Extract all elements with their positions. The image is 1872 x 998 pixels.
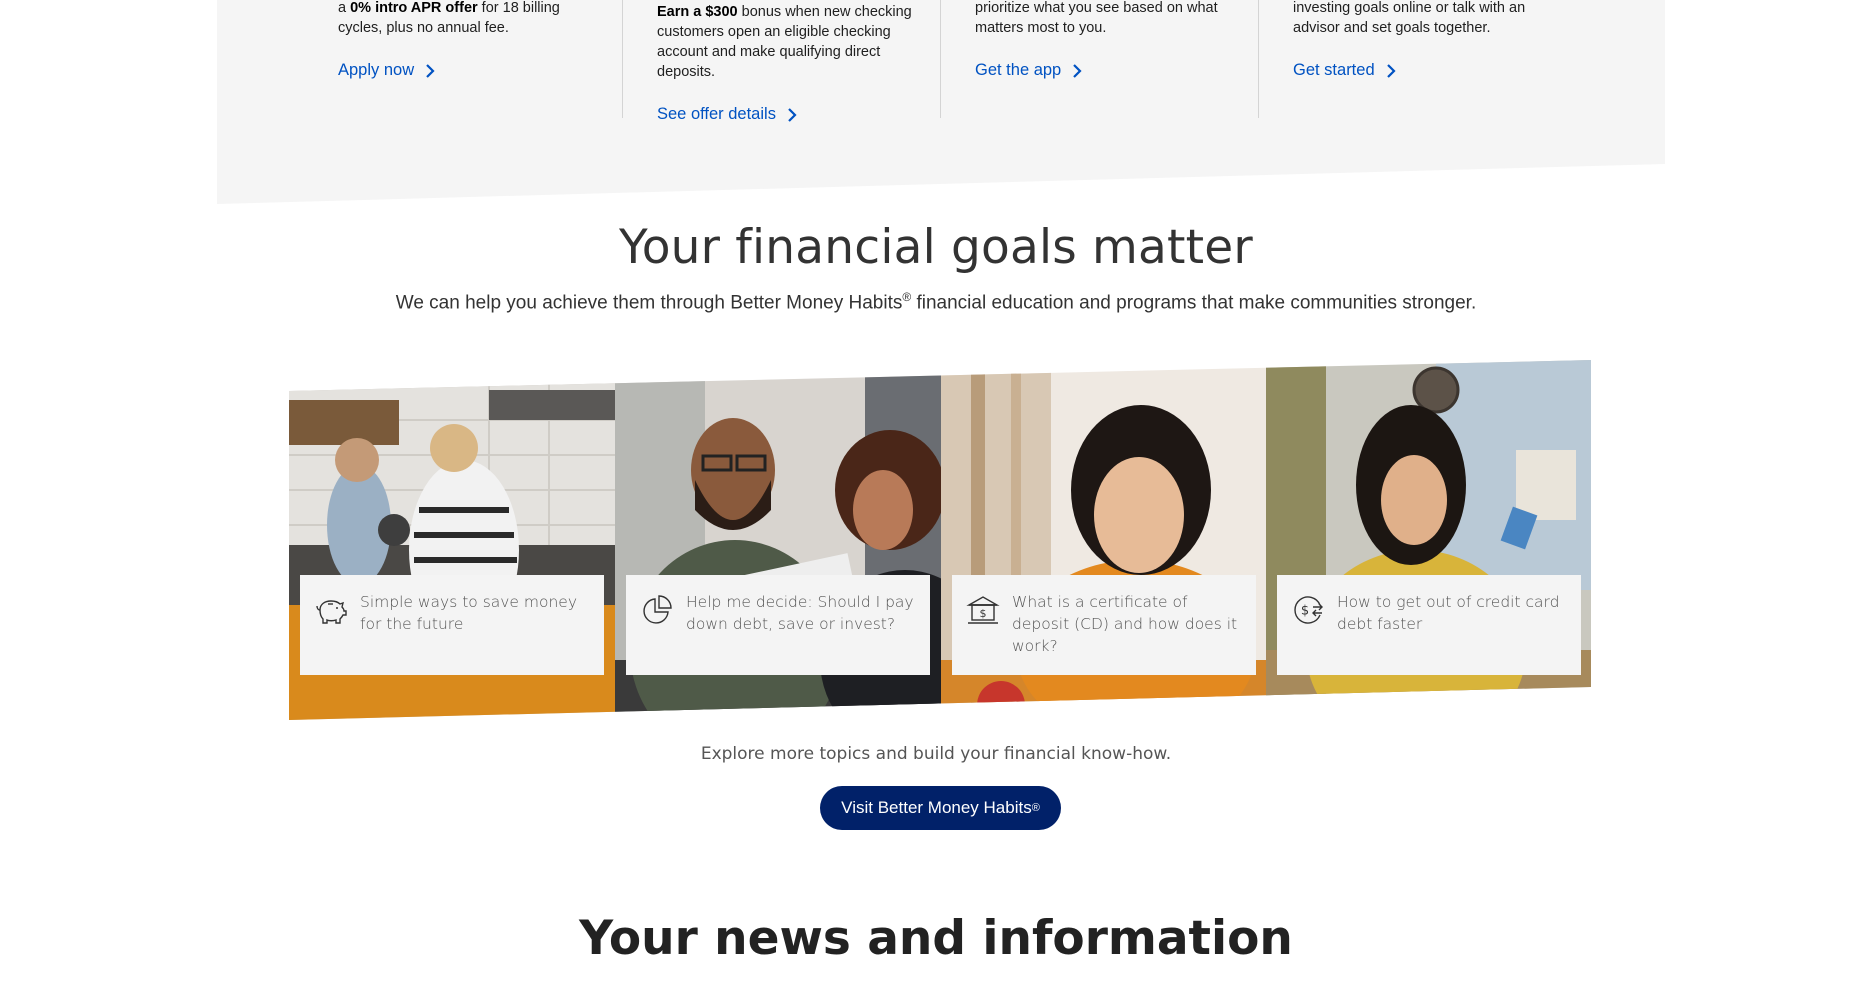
goals-subtitle-text: financial education and programs that ma… — [911, 292, 1477, 314]
chevron-right-icon — [1386, 63, 1396, 78]
news-heading: Your news and information — [579, 911, 1293, 966]
offer-text-lead: prioritize what you see based on what ma… — [975, 0, 1218, 36]
card-credit-card-debt-text: How to get out of credit card debt faste… — [1337, 593, 1560, 633]
dollar-exchange-icon: $ — [1294, 596, 1323, 624]
offer-divider — [940, 0, 941, 118]
card-pay-debt-text: Help me decide: Should I pay down debt, … — [686, 593, 914, 633]
pie-chart-icon — [643, 595, 672, 624]
apply-now-link[interactable]: Apply now — [338, 61, 436, 80]
goals-heading: Your financial goals matter — [619, 220, 1253, 275]
offer-text-bold: 0% intro APR offer — [350, 0, 478, 16]
card-pay-debt[interactable]: Help me decide: Should I pay down debt, … — [626, 575, 930, 675]
goals-subtitle-text: We can help you achieve them through Bet… — [395, 292, 903, 314]
goals-subtitle: We can help you achieve them through Bet… — [0, 290, 1872, 314]
visit-button-label: Visit Better Money Habits — [841, 798, 1032, 817]
svg-text:$: $ — [1301, 604, 1309, 619]
offer-text-lead: investing goals online or talk with an a… — [1293, 0, 1526, 36]
offer-divider — [1258, 0, 1259, 118]
offer-credit-card-text: a 0% intro APR offer for 18 billing cycl… — [338, 0, 598, 38]
apply-now-label: Apply now — [338, 61, 415, 79]
get-started-label: Get started — [1293, 61, 1375, 79]
card-certificate-deposit-text: What is a certificate of deposit (CD) an… — [1012, 593, 1238, 655]
tile-credit-card-debt[interactable]: $ How to get out of credit card debt fas… — [1266, 360, 1591, 720]
card-save-money-text: Simple ways to save money for the future — [360, 593, 578, 633]
explore-text: Explore more topics and build your finan… — [700, 744, 1172, 764]
svg-text:$: $ — [980, 607, 987, 620]
bank-building-icon: $ — [966, 596, 1000, 624]
offer-text-bold: Earn a $300 — [657, 4, 738, 20]
registered-mark: ® — [902, 290, 912, 304]
get-started-link[interactable]: Get started — [1293, 61, 1397, 80]
piggy-bank-icon — [316, 600, 347, 624]
tile-certificate-deposit[interactable]: $ What is a certificate of deposit (CD) … — [941, 360, 1266, 720]
offer-checking-text: Earn a $300 bonus when new checking cust… — [657, 2, 917, 82]
registered-mark: ® — [1031, 802, 1040, 814]
get-the-app-label: Get the app — [975, 61, 1062, 79]
chevron-right-icon — [788, 107, 797, 122]
chevron-right-icon — [426, 63, 435, 78]
goals-tiles: Simple ways to save money for the future — [289, 360, 1591, 720]
get-the-app-link[interactable]: Get the app — [975, 61, 1083, 80]
offer-text-lead: a — [338, 0, 351, 16]
offer-investing-text: investing goals online or talk with an a… — [1293, 0, 1553, 38]
offer-app-text: prioritize what you see based on what ma… — [975, 0, 1235, 38]
tile-save-money[interactable]: Simple ways to save money for the future — [289, 360, 615, 720]
see-offer-details-label: See offer details — [657, 105, 776, 123]
see-offer-details-link[interactable]: See offer details — [657, 105, 798, 124]
chevron-right-icon — [1073, 63, 1082, 78]
tile-pay-debt[interactable]: Help me decide: Should I pay down debt, … — [615, 360, 941, 720]
card-credit-card-debt[interactable]: $ How to get out of credit card debt fas… — [1277, 575, 1581, 675]
card-save-money[interactable]: Simple ways to save money for the future — [300, 575, 604, 675]
visit-better-money-habits-button[interactable]: Visit Better Money Habits ® — [820, 786, 1061, 830]
card-certificate-deposit[interactable]: $ What is a certificate of deposit (CD) … — [952, 575, 1256, 675]
offer-divider — [622, 0, 623, 118]
